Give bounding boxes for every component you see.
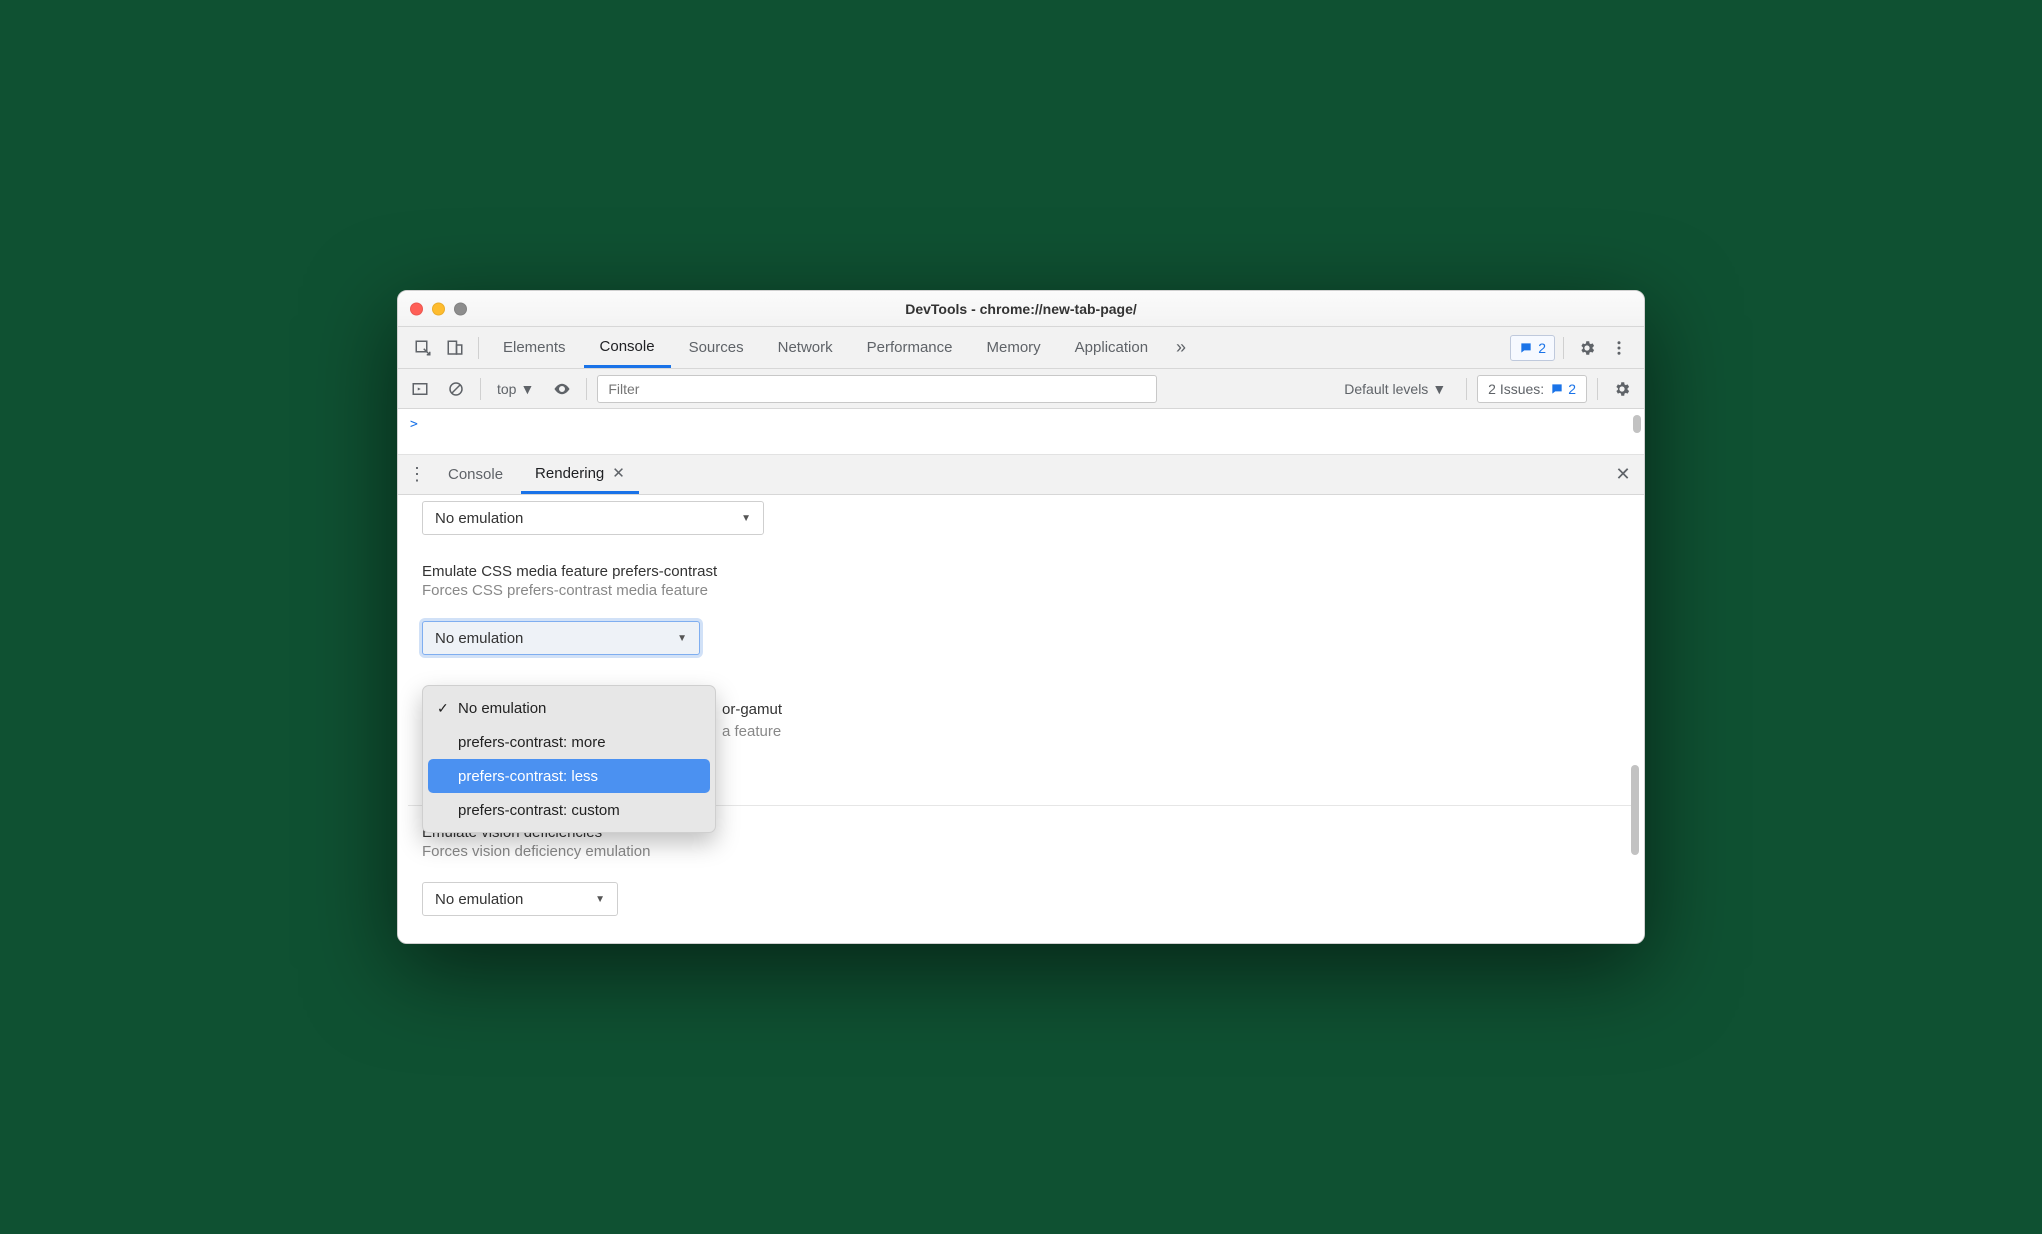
overflow-glyph: » <box>1176 337 1186 358</box>
window-close-button[interactable] <box>410 302 423 315</box>
tab-label: Network <box>778 339 833 356</box>
select-value: No emulation <box>435 891 523 908</box>
tab-label: Performance <box>867 339 953 356</box>
tab-performance[interactable]: Performance <box>851 327 969 368</box>
context-selector[interactable]: top ▼ <box>491 381 540 397</box>
console-prompt: > <box>410 417 418 432</box>
tabs-overflow-button[interactable]: » <box>1166 333 1196 363</box>
tab-elements[interactable]: Elements <box>487 327 582 368</box>
option-label: prefers-contrast: more <box>458 734 606 751</box>
vision-subtitle: Forces vision deficiency emulation <box>422 843 1620 860</box>
separator <box>1563 337 1564 359</box>
scrollbar-thumb[interactable] <box>1633 415 1641 433</box>
console-settings-button[interactable] <box>1608 375 1636 403</box>
separator <box>480 378 481 400</box>
prefers-contrast-dropdown: No emulation prefers-contrast: more pref… <box>422 685 716 833</box>
separator <box>1597 378 1598 400</box>
console-body[interactable]: > <box>398 409 1644 455</box>
gamut-title-fragment: or-gamut <box>722 701 782 718</box>
dropdown-option-no-emulation[interactable]: No emulation <box>428 691 710 725</box>
tab-label: Sources <box>689 339 744 356</box>
feedback-count: 2 <box>1538 340 1546 356</box>
emulate-media-select[interactable]: No emulation ▼ <box>422 501 764 535</box>
chevron-down-icon: ▼ <box>741 513 751 524</box>
chevron-down-icon: ▼ <box>520 381 534 397</box>
clear-console-button[interactable] <box>442 375 470 403</box>
settings-button[interactable] <box>1572 333 1602 363</box>
console-filter-bar: top ▼ Default levels ▼ 2 Issues: 2 <box>398 369 1644 409</box>
console-sidebar-toggle[interactable] <box>406 375 434 403</box>
feedback-icon <box>1550 382 1564 396</box>
titlebar-title: DevTools - chrome://new-tab-page/ <box>905 301 1137 317</box>
tab-application[interactable]: Application <box>1059 327 1164 368</box>
tab-label: Application <box>1075 339 1148 356</box>
drawer-tab-rendering[interactable]: Rendering ✕ <box>521 455 639 494</box>
drawer-tabstrip: ⋮ Console Rendering ✕ ✕ <box>398 455 1644 495</box>
chevron-down-icon: ▼ <box>1432 381 1446 397</box>
feedback-badge[interactable]: 2 <box>1510 335 1555 361</box>
select-value: No emulation <box>435 510 523 527</box>
titlebar: DevTools - chrome://new-tab-page/ <box>398 291 1644 327</box>
filter-input[interactable] <box>597 375 1157 403</box>
separator <box>586 378 587 400</box>
device-toolbar-icon[interactable] <box>440 333 470 363</box>
traffic-lights <box>410 302 467 315</box>
window-minimize-button[interactable] <box>432 302 445 315</box>
more-menu-button[interactable] <box>1604 333 1634 363</box>
drawer-tab-label: Console <box>448 466 503 483</box>
live-expression-button[interactable] <box>548 375 576 403</box>
main-tabstrip: Elements Console Sources Network Perform… <box>398 327 1644 369</box>
drawer-more-button[interactable]: ⋮ <box>404 464 430 485</box>
tab-sources[interactable]: Sources <box>673 327 760 368</box>
levels-label: Default levels <box>1344 381 1428 397</box>
dropdown-option-custom[interactable]: prefers-contrast: custom <box>428 793 710 827</box>
drawer-close-button[interactable]: ✕ <box>1608 464 1638 485</box>
tab-console[interactable]: Console <box>584 327 671 368</box>
issues-count: 2 <box>1568 381 1576 397</box>
context-label: top <box>497 381 516 397</box>
gamut-subtitle-fragment: a feature <box>722 723 781 740</box>
kebab-icon <box>1610 339 1628 357</box>
devtools-window: DevTools - chrome://new-tab-page/ Elemen… <box>397 290 1645 944</box>
contrast-title: Emulate CSS media feature prefers-contra… <box>422 563 1620 580</box>
close-icon[interactable]: ✕ <box>612 464 625 482</box>
tab-label: Elements <box>503 339 566 356</box>
issues-button[interactable]: 2 Issues: 2 <box>1477 375 1587 403</box>
separator <box>478 337 479 359</box>
drawer-tab-console[interactable]: Console <box>434 455 517 494</box>
issues-label: 2 Issues: <box>1488 381 1544 397</box>
chevron-down-icon: ▼ <box>677 633 687 644</box>
tab-network[interactable]: Network <box>762 327 849 368</box>
prefers-contrast-select[interactable]: No emulation ▼ <box>422 621 700 655</box>
option-label: prefers-contrast: custom <box>458 802 620 819</box>
feedback-icon <box>1519 341 1533 355</box>
option-label: No emulation <box>458 700 546 717</box>
select-value: No emulation <box>435 630 523 647</box>
scrollbar-thumb[interactable] <box>1631 765 1639 855</box>
eye-icon <box>553 380 571 398</box>
option-label: prefers-contrast: less <box>458 768 598 785</box>
dropdown-option-less[interactable]: prefers-contrast: less <box>428 759 710 793</box>
dropdown-option-more[interactable]: prefers-contrast: more <box>428 725 710 759</box>
window-zoom-button[interactable] <box>454 302 467 315</box>
chevron-down-icon: ▼ <box>595 894 605 905</box>
drawer-tab-label: Rendering <box>535 465 604 482</box>
tab-label: Memory <box>987 339 1041 356</box>
gear-icon <box>1613 380 1631 398</box>
separator <box>1466 378 1467 400</box>
rendering-panel: No emulation ▼ Emulate CSS media feature… <box>398 495 1644 943</box>
contrast-subtitle: Forces CSS prefers-contrast media featur… <box>422 582 1620 599</box>
gear-icon <box>1578 339 1596 357</box>
tab-memory[interactable]: Memory <box>971 327 1057 368</box>
inspect-element-icon[interactable] <box>408 333 438 363</box>
no-sign-icon <box>447 380 465 398</box>
tab-label: Console <box>600 338 655 355</box>
log-levels-selector[interactable]: Default levels ▼ <box>1334 381 1456 397</box>
vision-deficiency-select[interactable]: No emulation ▼ <box>422 882 618 916</box>
